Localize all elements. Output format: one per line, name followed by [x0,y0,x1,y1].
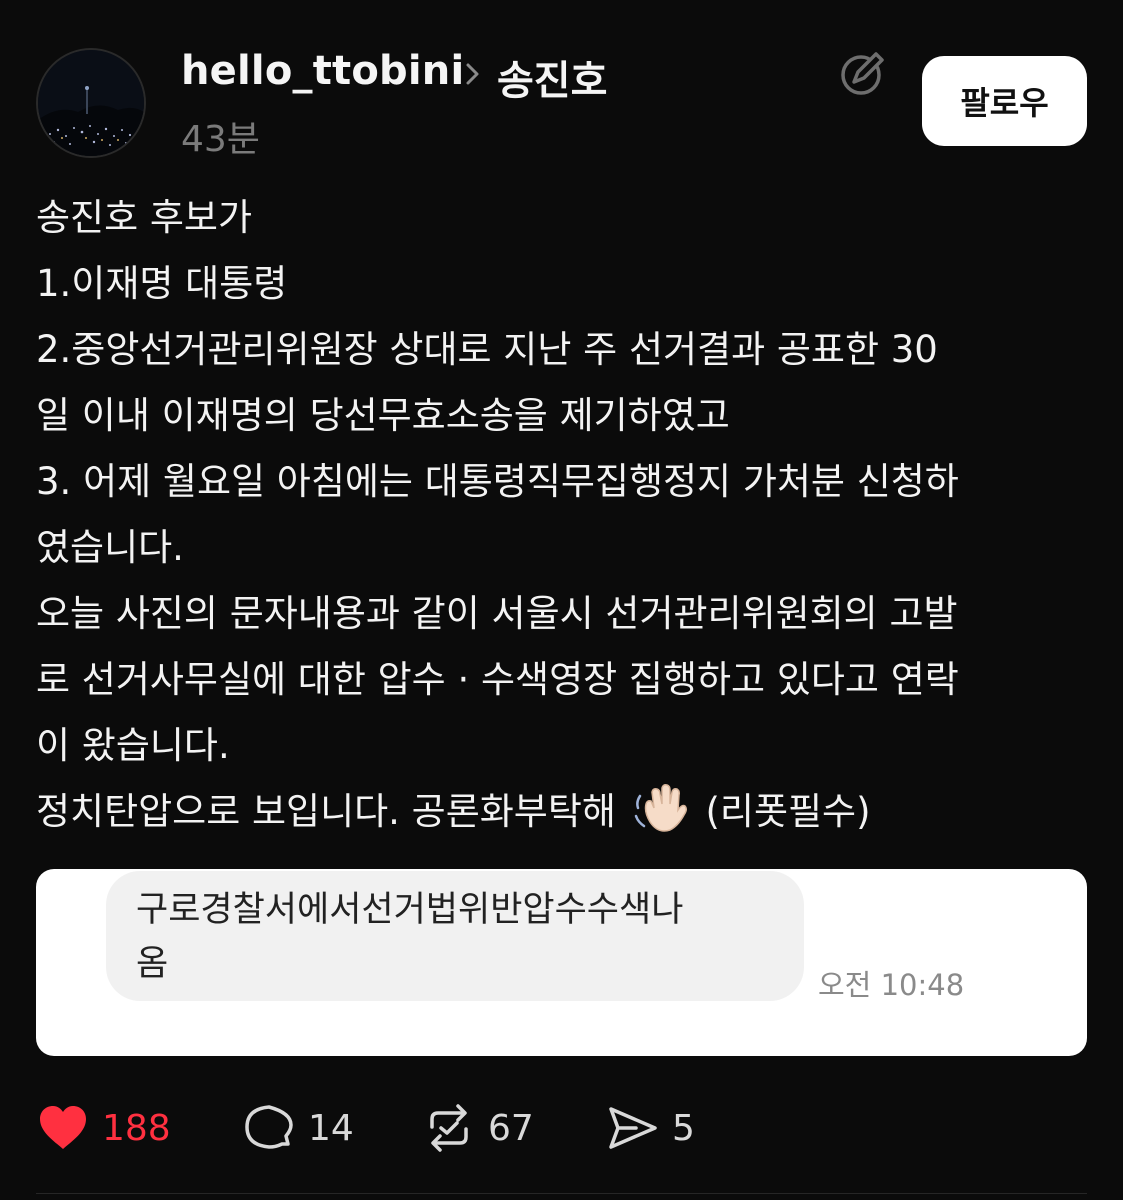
attached-image[interactable]: 구로경찰서에서선거법위반압수수색나 옴 오전 10:48 [36,869,1087,1056]
action-bar: 188 14 67 5 [36,1098,1096,1158]
share-button[interactable]: 5 [606,1098,695,1158]
post-text-line: 정치탄압으로 보입니다. 공론화부탁해 (리폿필수) [36,779,1096,845]
comment-count: 14 [308,1107,354,1149]
post-text-fragment: (리폿필수) [705,790,871,833]
chevron-right-icon [466,63,479,85]
edit-circle-icon[interactable] [838,48,888,98]
repost-icon [430,1104,468,1152]
post-body: 송진호 후보가 1.이재명 대통령 2.중앙선거관리위원장 상대로 지난 주 선… [36,185,1096,845]
waving-hand-emoji [634,784,687,832]
avatar[interactable] [36,48,146,158]
avatar-night-city-image [38,50,144,156]
repost-count: 67 [488,1107,534,1149]
repost-button[interactable]: 67 [422,1098,534,1158]
send-icon [609,1107,657,1149]
comment-button[interactable]: 14 [242,1098,354,1158]
share-count: 5 [672,1107,695,1149]
follow-button[interactable]: 팔로우 [922,56,1087,146]
post-text-line: 2.중앙선거관리위원장 상대로 지난 주 선거결과 공표한 30 일 이내 이재… [36,328,938,437]
post-text-line: 오늘 사진의 문자내용과 같이 서울시 선거관리위원회의 고발 로 선거사무실에… [36,592,959,767]
message-time: 오전 10:48 [818,968,965,1002]
post-time: 43분 [181,119,260,160]
username[interactable]: hello_ttobini [181,48,464,94]
message-bubble: 구로경찰서에서선거법위반압수수색나 옴 [106,871,804,1001]
divider [36,1193,1087,1194]
post-text-line: 3. 어제 월요일 아침에는 대통령직무집행정지 가처분 신청하 였습니다. [36,460,959,569]
like-button[interactable]: 188 [36,1098,171,1158]
heart-icon [40,1106,86,1149]
post-text-line: 1.이재명 대통령 [36,262,288,305]
like-count: 188 [102,1107,171,1149]
reply-recipient[interactable]: 송진호 [497,48,607,106]
comment-icon [245,1105,293,1149]
post-text-line: 송진호 후보가 [36,196,253,239]
post-text-fragment: 정치탄압으로 보입니다. 공론화부탁해 [36,790,616,833]
